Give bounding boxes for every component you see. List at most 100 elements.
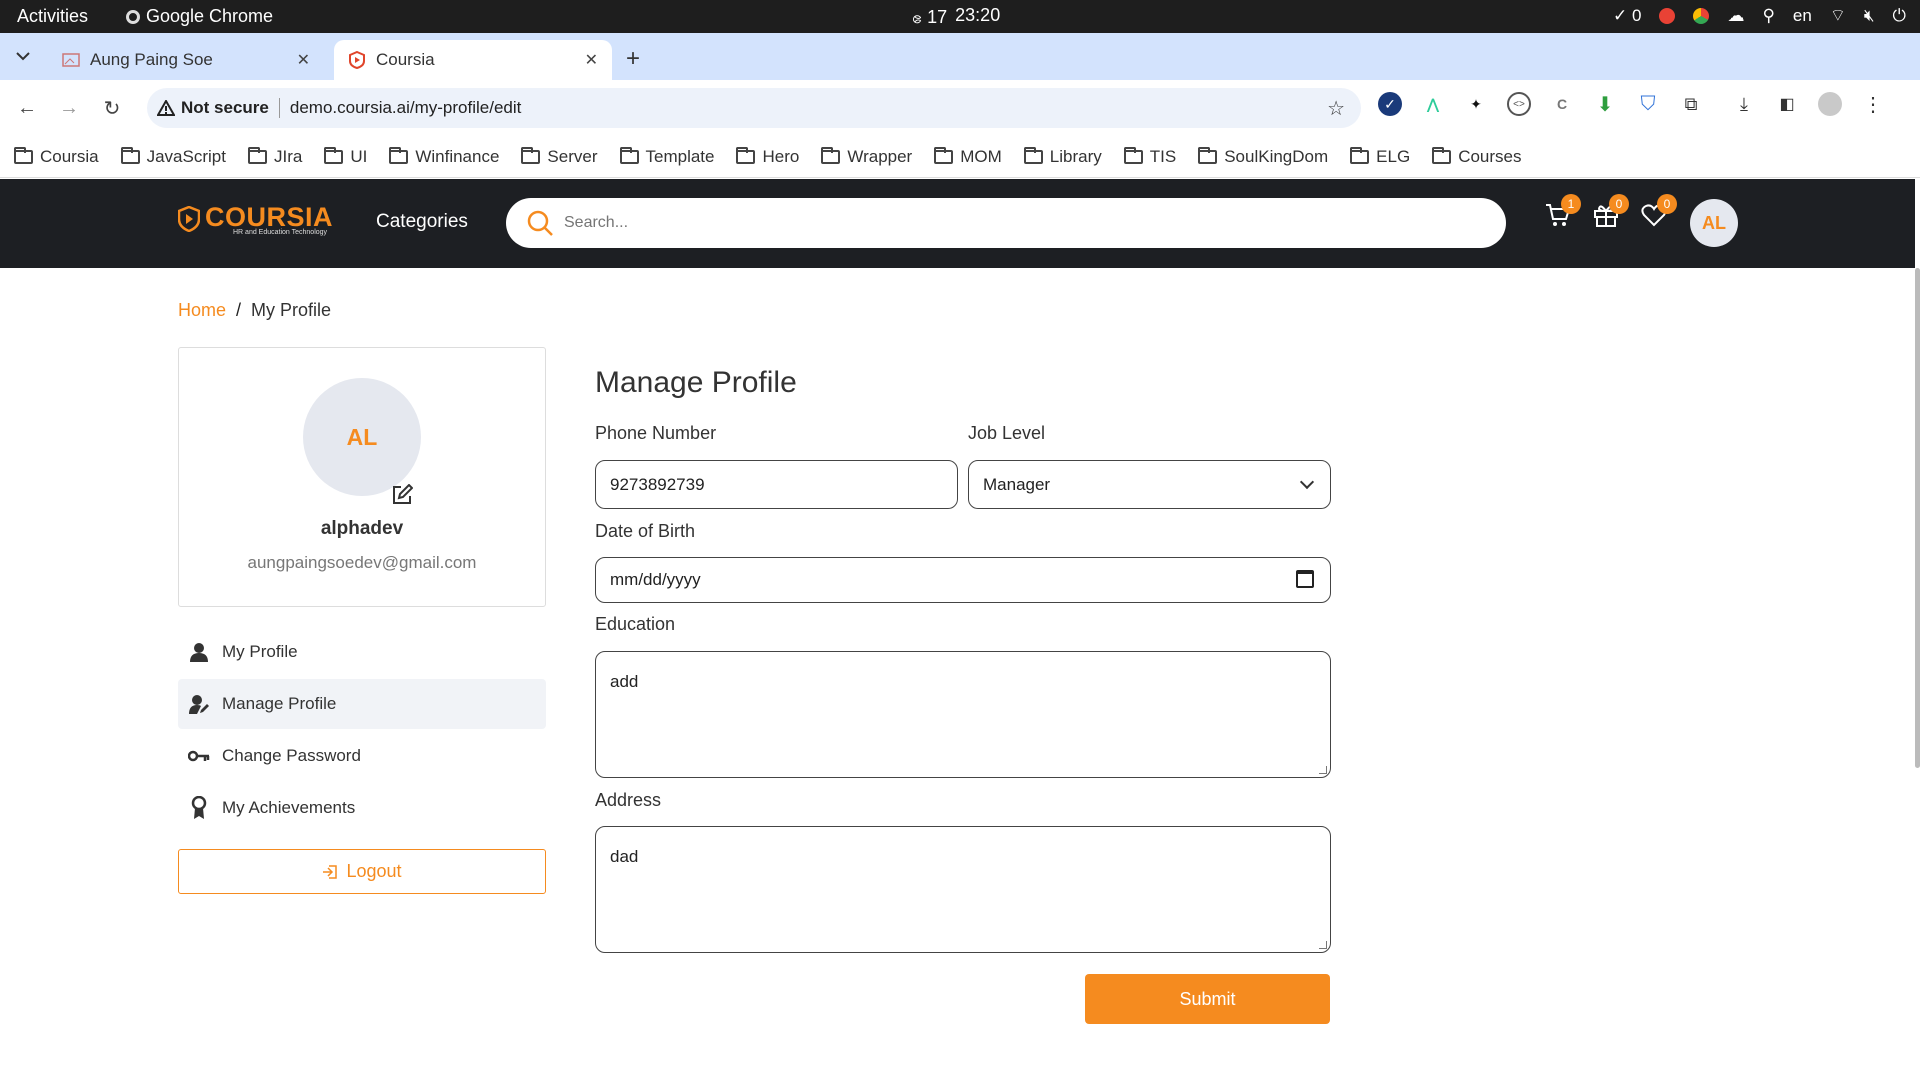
extension-rocket-icon[interactable]: ✦ — [1464, 92, 1488, 116]
submit-button[interactable]: Submit — [1085, 974, 1330, 1024]
phone-input[interactable]: 9273892739 — [595, 460, 958, 509]
search-input[interactable] — [564, 214, 1464, 232]
bookmark-label: Wrapper — [847, 146, 913, 166]
user-avatar[interactable]: AL — [1690, 199, 1738, 247]
logout-icon — [323, 864, 338, 879]
logout-button[interactable]: Logout — [178, 849, 546, 894]
bookmark-item[interactable]: Wrapper — [821, 146, 913, 167]
menu-item-my-profile[interactable]: My Profile — [178, 627, 546, 677]
bookmark-item[interactable]: ELG — [1350, 146, 1411, 167]
job-level-select[interactable]: Manager — [968, 460, 1331, 509]
bookmark-label: Hero — [762, 146, 800, 166]
tray-chrome-icon[interactable] — [1693, 7, 1710, 24]
power-icon[interactable]: ⏻ — [1893, 6, 1906, 26]
extension-code-icon[interactable]: <> — [1507, 92, 1531, 116]
extension-check-icon[interactable]: ✓ — [1378, 92, 1402, 116]
extension-download-icon[interactable]: ⬇ — [1593, 92, 1617, 116]
tab-search-button[interactable] — [8, 41, 38, 71]
tab-aung-paing-soe[interactable]: Aung Paing Soe ✕ — [48, 40, 324, 80]
bookmark-star-icon[interactable]: ☆ — [1327, 96, 1345, 121]
check-indicator[interactable]: ✓ 0 — [1613, 6, 1641, 26]
bookmark-label: Winfinance — [415, 146, 500, 166]
bookmark-label: Coursia — [40, 146, 99, 166]
bookmark-item[interactable]: JavaScript — [120, 146, 226, 167]
new-tab-button[interactable]: + — [626, 45, 640, 73]
cloud-icon[interactable]: ☁ — [1727, 6, 1744, 26]
bookmark-item[interactable]: Library — [1023, 146, 1102, 167]
search-icon — [527, 210, 553, 236]
bookmark-item[interactable]: Courses — [1432, 146, 1522, 167]
back-icon[interactable]: ← — [13, 94, 41, 122]
bookmark-item[interactable]: UI — [324, 146, 367, 167]
tab-close-icon[interactable]: ✕ — [297, 50, 310, 70]
extensions-puzzle-icon[interactable]: ⧉ — [1679, 92, 1703, 116]
resize-handle[interactable] — [1319, 941, 1327, 949]
education-textarea[interactable]: add — [595, 651, 1331, 778]
accessibility-icon[interactable]: ⚲ — [1762, 6, 1774, 26]
bookmark-item[interactable]: Hero — [736, 146, 800, 167]
app-menu[interactable]: Google Chrome — [126, 6, 273, 27]
url-text: demo.coursia.ai/my-profile/edit — [289, 98, 522, 117]
folder-icon — [14, 146, 33, 164]
coursia-shield-icon — [178, 206, 200, 232]
tab-coursia[interactable]: Coursia ✕ — [334, 40, 612, 80]
bookmark-item[interactable]: JIra — [247, 146, 302, 167]
extension-vue-icon[interactable]: ⋀ — [1421, 92, 1445, 116]
bookmark-item[interactable]: MOM — [934, 146, 1002, 167]
forward-icon[interactable]: → — [55, 94, 83, 122]
volume-muted-icon[interactable]: 🔇︎ — [1864, 6, 1875, 26]
site-search-bar[interactable] — [506, 198, 1506, 248]
bookmark-item[interactable]: TIS — [1123, 146, 1176, 167]
bookmark-label: Template — [645, 146, 715, 166]
gift-count-badge: 0 — [1609, 194, 1629, 214]
coursia-logo[interactable]: COURSIA HR and Education Technology — [178, 203, 333, 236]
activities-button[interactable]: Activities — [17, 6, 88, 27]
menu-item-change-password[interactable]: Change Password — [178, 731, 546, 781]
gift-button[interactable]: 0 — [1593, 194, 1629, 228]
bookmark-item[interactable]: Template — [619, 146, 715, 167]
clock[interactable]: ဧ 17 23:20 — [912, 5, 1000, 32]
address-bar[interactable]: Not secure demo.coursia.ai/my-profile/ed… — [147, 88, 1361, 128]
bookmark-label: ELG — [1376, 146, 1411, 166]
chrome-menu-icon[interactable]: ⋮ — [1861, 92, 1885, 116]
menu-item-my-achievements[interactable]: My Achievements — [178, 783, 546, 833]
extension-c-icon[interactable]: C — [1550, 92, 1574, 116]
side-panel-icon[interactable]: ◧ — [1775, 92, 1799, 116]
folder-icon — [1350, 146, 1370, 164]
profile-username: alphadev — [320, 518, 404, 539]
wifi-icon[interactable]: ⌔ — [1830, 5, 1846, 26]
clock-date: ဧ 17 — [912, 7, 948, 27]
bookmark-item[interactable]: Winfinance — [389, 146, 500, 167]
menu-item-manage-profile[interactable]: Manage Profile — [178, 679, 546, 729]
cart-button[interactable]: 1 — [1545, 194, 1581, 228]
breadcrumb-home-link[interactable]: Home — [178, 300, 226, 321]
chevron-down-icon — [1299, 474, 1315, 490]
bookmarks-bar: Coursia JavaScript JIra UI Winfinance Server T… — [0, 136, 1920, 178]
edit-avatar-icon[interactable] — [391, 484, 413, 506]
address-textarea[interactable]: dad — [595, 826, 1331, 953]
downloads-icon[interactable]: ⤓ — [1732, 92, 1756, 116]
tab-close-icon[interactable]: ✕ — [585, 50, 598, 70]
tab-strip: Aung Paing Soe ✕ Coursia ✕ + — [0, 33, 1920, 80]
chevron-down-icon — [16, 52, 30, 61]
calendar-icon[interactable] — [1296, 570, 1314, 588]
bookmark-item[interactable]: Coursia — [14, 146, 99, 167]
categories-menu[interactable]: Categories — [376, 211, 468, 233]
bookmark-item[interactable]: Server — [521, 146, 598, 167]
page-scrollbar[interactable] — [1915, 268, 1920, 768]
phone-label: Phone Number — [595, 423, 717, 443]
wishlist-count-badge: 0 — [1657, 194, 1677, 214]
wishlist-button[interactable]: 0 — [1641, 194, 1677, 228]
resize-handle[interactable] — [1319, 766, 1327, 774]
security-indicator[interactable]: Not secure — [157, 98, 269, 118]
reload-icon[interactable]: ↻ — [98, 94, 126, 122]
tray-app-icon-red[interactable] — [1659, 7, 1676, 24]
dob-input[interactable]: mm/dd/yyyy — [595, 557, 1331, 603]
bookmark-item[interactable]: SoulKingDom — [1198, 146, 1328, 167]
folder-icon — [1023, 146, 1043, 164]
profile-avatar: AL — [303, 378, 421, 496]
language-indicator[interactable]: en — [1793, 6, 1812, 26]
extension-shield-icon[interactable]: ⛉ — [1636, 92, 1660, 116]
profile-avatar-icon[interactable] — [1818, 92, 1842, 116]
brand-name: COURSIA — [205, 202, 334, 232]
